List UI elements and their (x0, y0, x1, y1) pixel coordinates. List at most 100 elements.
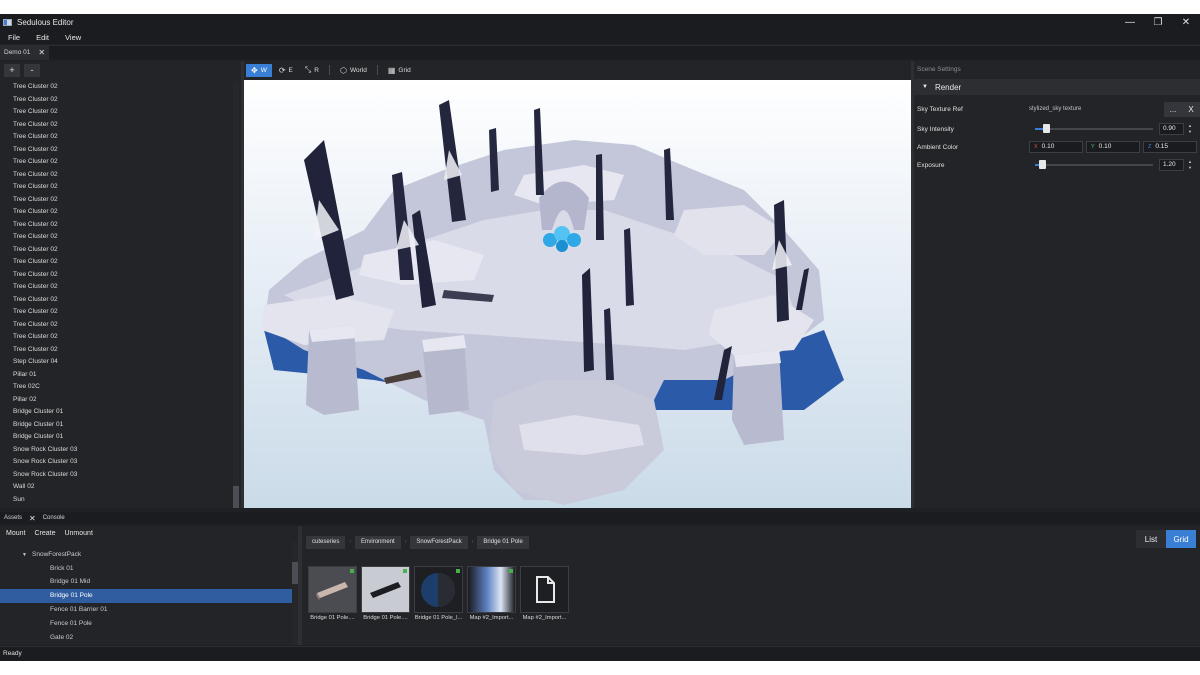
ambient-y-field[interactable]: Y 0.10 (1086, 141, 1140, 153)
hierarchy-item[interactable]: Tree Cluster 02 (0, 306, 232, 319)
hierarchy-item[interactable]: Sun (0, 494, 232, 507)
hierarchy-item[interactable]: Tree Cluster 02 (0, 256, 232, 269)
ambient-z-field[interactable]: Z 0.15 (1143, 141, 1197, 153)
hierarchy-item[interactable]: Wall 02 (0, 481, 232, 494)
minimize-button[interactable]: — (1116, 14, 1144, 30)
scale-tool-button[interactable]: ⤡ R (300, 64, 324, 77)
asset-item[interactable]: Bridge 01 Pole.... (308, 566, 357, 621)
chevron-down-icon[interactable]: ▼ (22, 549, 32, 563)
scene-view[interactable] (244, 80, 911, 508)
menu-edit[interactable]: Edit (28, 33, 57, 42)
asset-tree-item[interactable]: Bridge 01 Pole (0, 589, 292, 603)
asset-item[interactable]: Bridge 01 Pole.... (361, 566, 410, 621)
asset-name: Map #2_Import... (469, 615, 514, 621)
clear-texture-button[interactable]: X (1182, 102, 1200, 117)
hierarchy-item[interactable]: Pillar 01 (0, 369, 232, 382)
sky-intensity-row: Sky Intensity 0.90 ▲ ▼ (914, 120, 1200, 138)
hierarchy-item[interactable]: Tree Cluster 02 (0, 281, 232, 294)
asset-thumbnail (467, 566, 516, 613)
ambient-color-row: Ambient Color X 0.10 Y 0.10 Z 0.15 (914, 138, 1200, 156)
hierarchy-item[interactable]: Tree Cluster 02 (0, 231, 232, 244)
grid-toggle-button[interactable]: ▦ Grid (383, 64, 416, 77)
hierarchy-item[interactable]: Tree Cluster 02 (0, 156, 232, 169)
browse-texture-button[interactable]: ... (1164, 102, 1182, 117)
hierarchy-item[interactable]: Tree 02C (0, 381, 232, 394)
hierarchy-item[interactable]: Tree Cluster 02 (0, 119, 232, 132)
hierarchy-item[interactable]: Tree Cluster 02 (0, 181, 232, 194)
asset-item[interactable]: Bridge 01 Pole_l... (414, 566, 463, 621)
asset-item[interactable]: Map #2_Import... (467, 566, 516, 621)
close-button[interactable]: ✕ (1172, 14, 1200, 30)
exposure-input[interactable]: 1.20 (1159, 159, 1184, 171)
restore-button[interactable]: ❐ (1144, 14, 1172, 30)
asset-item[interactable]: Map #2_Import... (520, 566, 569, 621)
hierarchy-item[interactable]: Tree Cluster 02 (0, 81, 232, 94)
asset-tree-item[interactable]: Gate 02 (0, 631, 292, 645)
scrollbar-thumb[interactable] (233, 486, 239, 508)
breadcrumb-item[interactable]: SnowForestPack (410, 535, 468, 549)
list-view-button[interactable]: List (1136, 530, 1166, 548)
hierarchy-item[interactable]: Tree Cluster 02 (0, 94, 232, 107)
tab-close-icon[interactable]: ✕ (38, 48, 45, 57)
create-button[interactable]: Create (34, 530, 55, 537)
breadcrumb-item[interactable]: Environment (355, 535, 401, 549)
asset-tree-item[interactable]: ▼ SnowForestPack (0, 548, 292, 562)
grid-view-button[interactable]: Grid (1166, 530, 1196, 548)
hierarchy-item[interactable]: Tree Cluster 02 (0, 331, 232, 344)
sky-intensity-spinner[interactable]: ▲ ▼ (1187, 123, 1193, 135)
hierarchy-item[interactable]: Tree Cluster 02 (0, 194, 232, 207)
hierarchy-item[interactable]: Tree Cluster 02 (0, 319, 232, 332)
tab-demo-01[interactable]: Demo 01 ✕ (0, 45, 50, 60)
sky-intensity-input[interactable]: 0.90 (1159, 123, 1184, 135)
tab-close-icon[interactable]: ✕ (26, 514, 39, 523)
hierarchy-item[interactable]: Tree Cluster 02 (0, 169, 232, 182)
hierarchy-item[interactable]: Snow Rock Cluster 03 (0, 444, 232, 457)
hierarchy-item[interactable]: Step Cluster 04 (0, 356, 232, 369)
hierarchy-item[interactable]: Bridge Cluster 01 (0, 419, 232, 432)
asset-tree-item[interactable]: Fence 01 Pole (0, 617, 292, 631)
chevron-down-icon: ▼ (922, 84, 928, 90)
unmount-button[interactable]: Unmount (64, 530, 92, 537)
move-tool-button[interactable]: ✥ W (246, 63, 272, 77)
move-icon: ✥ (251, 65, 258, 75)
remove-entity-button[interactable]: - (24, 63, 40, 77)
breadcrumb-item[interactable]: Bridge 01 Pole (477, 535, 529, 549)
hierarchy-item[interactable]: Bridge Cluster 01 (0, 431, 232, 444)
hierarchy-item[interactable]: Bridge Cluster 01 (0, 406, 232, 419)
tab-console[interactable]: Console (39, 515, 69, 521)
render-section-header[interactable]: ▼ Render (914, 79, 1200, 95)
sky-intensity-slider[interactable] (1035, 124, 1153, 133)
exposure-slider[interactable] (1035, 160, 1153, 169)
hierarchy-item[interactable]: Tree Cluster 02 (0, 144, 232, 157)
hierarchy-item[interactable]: Tree Cluster 02 (0, 269, 232, 282)
menu-view[interactable]: View (57, 33, 89, 42)
hierarchy-item[interactable]: Snow Rock Cluster 03 (0, 469, 232, 482)
asset-tree-item[interactable]: Fence 01 Barrier 01 (0, 603, 292, 617)
slider-handle[interactable] (1042, 124, 1050, 133)
mount-button[interactable]: Mount (6, 530, 25, 537)
asset-tree-item[interactable]: Brick 01 (0, 562, 292, 576)
slider-handle[interactable] (1039, 160, 1047, 169)
hierarchy-item[interactable]: Tree Cluster 02 (0, 106, 232, 119)
hierarchy-item[interactable]: Snow Rock Cluster 03 (0, 456, 232, 469)
hierarchy-item[interactable]: Pillar 02 (0, 394, 232, 407)
hierarchy-item[interactable]: Tree Cluster 02 (0, 131, 232, 144)
asset-tree-item[interactable]: Bridge 01 Mid (0, 575, 292, 589)
hierarchy-item[interactable]: Tree Cluster 02 (0, 294, 232, 307)
hierarchy-item[interactable]: Tree Cluster 02 (0, 206, 232, 219)
ambient-color-label: Ambient Color (917, 143, 959, 151)
ambient-x-field[interactable]: X 0.10 (1029, 141, 1083, 153)
tab-assets[interactable]: Assets (0, 515, 26, 521)
hierarchy-item[interactable]: Tree Cluster 02 (0, 219, 232, 232)
add-entity-button[interactable]: + (4, 63, 20, 77)
sky-texture-value[interactable]: stylized_sky texture (1029, 106, 1081, 112)
world-space-button[interactable]: ⬡ World (335, 64, 372, 77)
hierarchy-item[interactable]: Tree Cluster 02 (0, 244, 232, 257)
hierarchy-item[interactable]: Tree Cluster 02 (0, 344, 232, 357)
breadcrumb-item[interactable]: cuteseries (306, 535, 346, 549)
menu-file[interactable]: File (0, 33, 28, 42)
exposure-spinner[interactable]: ▲ ▼ (1187, 159, 1193, 171)
asset-thumbnail (414, 566, 463, 613)
hierarchy-scrollbar[interactable] (233, 81, 239, 508)
rotate-tool-button[interactable]: ⟳ E (274, 64, 298, 77)
